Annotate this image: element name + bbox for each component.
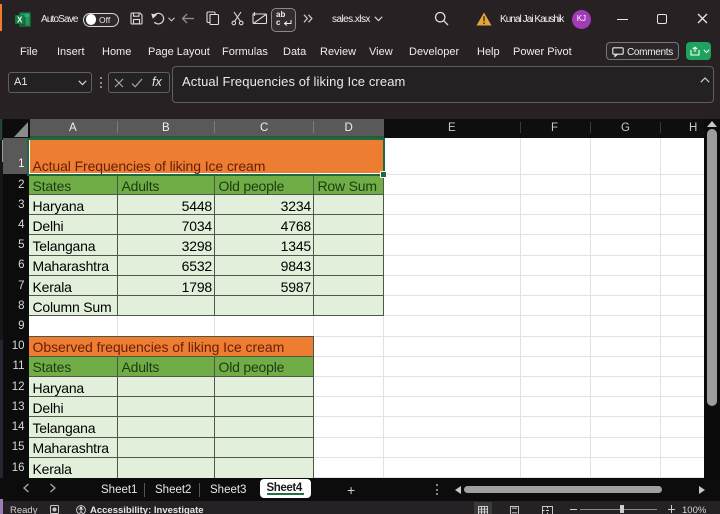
svg-text:X: X bbox=[17, 15, 23, 24]
